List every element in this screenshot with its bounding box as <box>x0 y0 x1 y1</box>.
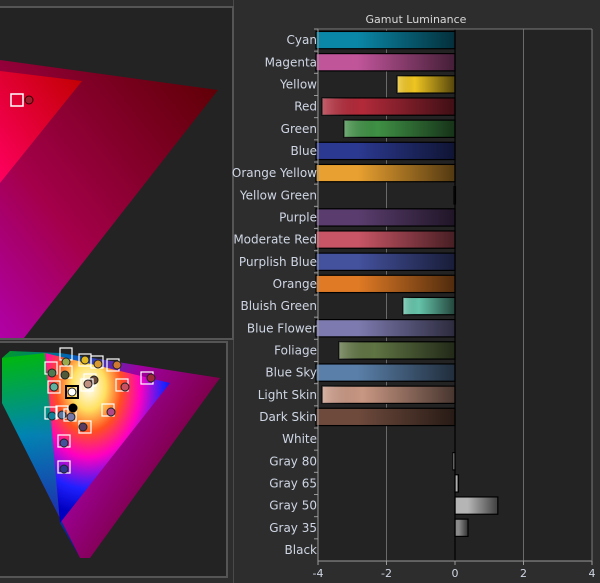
chart-title: Gamut Luminance <box>366 13 467 26</box>
bar-shade-bluish-green <box>402 297 455 315</box>
category-label-blue-sky: Blue Sky <box>265 366 317 380</box>
category-label-dark-skin: Dark Skin <box>259 410 317 424</box>
gamut-luminance-chart: Gamut Luminance Cyan Magenta Yellow Red Gree… <box>232 13 596 580</box>
bar-shade-blue-sky <box>316 363 455 382</box>
bar-shade-red <box>322 97 455 116</box>
bar-shade-gray-50 <box>455 496 498 515</box>
bar-shade-yellow <box>397 75 455 94</box>
category-label-gray-80: Gray 80 <box>269 454 317 468</box>
category-label-purple: Purple <box>279 210 317 224</box>
bar-shade-gray-35 <box>455 519 469 537</box>
bar-shade-purple <box>316 208 455 227</box>
bar-shade-blue <box>316 142 455 160</box>
category-label-bluish-green: Bluish Green <box>240 299 317 313</box>
x-tick-label: 0 <box>452 567 459 580</box>
category-label-yellow: Yellow <box>279 77 317 91</box>
category-label-purplish-blue: Purplish Blue <box>239 255 317 269</box>
x-tick-label: 2 <box>520 567 527 580</box>
category-label-gray-50: Gray 50 <box>269 499 317 513</box>
category-label-white: White <box>282 432 317 446</box>
bar-shade-cyan <box>316 31 455 49</box>
category-label-black: Black <box>285 543 318 557</box>
bar-shade-green <box>344 120 455 138</box>
bar-shade-dark-skin <box>316 408 455 426</box>
category-label-orange-yellow: Orange Yellow <box>232 166 317 180</box>
bar-shade-orange <box>316 275 455 293</box>
x-tick-label: -2 <box>381 567 392 580</box>
bar-shade-foliage <box>338 341 455 360</box>
category-label-blue: Blue <box>290 144 317 158</box>
category-label-gray-65: Gray 65 <box>269 476 317 490</box>
category-label-orange: Orange <box>273 277 317 291</box>
category-label-cyan: Cyan <box>287 33 317 47</box>
bar-shade-orange-yellow <box>316 164 455 182</box>
x-tick-label: 4 <box>589 567 596 580</box>
bar-shade-moderate-red <box>316 230 455 249</box>
bar-shade-blue-flower <box>316 319 455 337</box>
category-label-blue-flower: Blue Flower <box>247 321 317 335</box>
category-label-gray-35: Gray 35 <box>269 521 317 535</box>
category-label-green: Green <box>281 122 317 136</box>
bar-shade-purplish-blue <box>316 253 455 271</box>
category-label-moderate-red: Moderate Red <box>233 233 317 247</box>
bar-shade-magenta <box>316 53 455 71</box>
category-label-red: Red <box>294 100 317 114</box>
x-tick-label: -4 <box>313 567 324 580</box>
category-label-yellow-green: Yellow Green <box>239 188 317 202</box>
category-label-magenta: Magenta <box>265 55 317 69</box>
category-label-foliage: Foliage <box>274 343 317 357</box>
category-label-light-skin: Light Skin <box>258 388 317 402</box>
bar-shade-light-skin <box>322 386 455 404</box>
